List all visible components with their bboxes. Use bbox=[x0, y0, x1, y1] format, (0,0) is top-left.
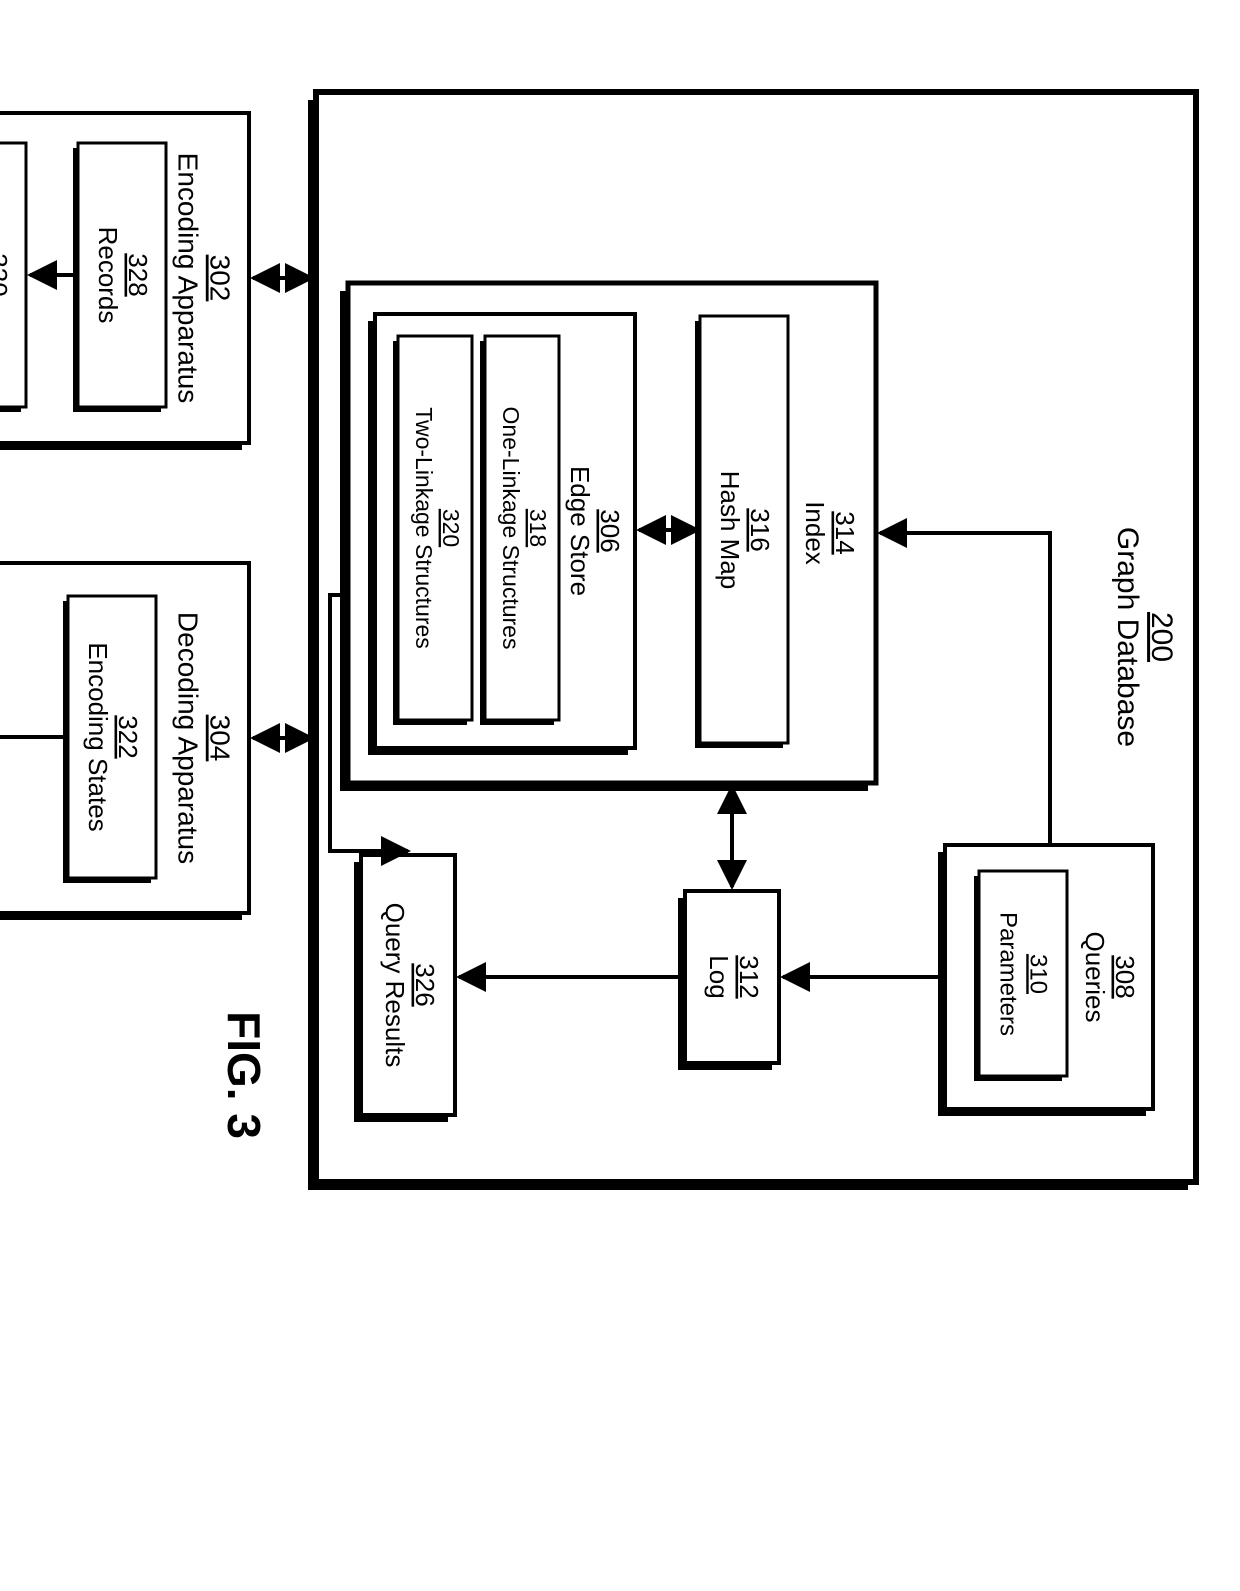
hashmap-label: Hash Map bbox=[715, 471, 745, 590]
encoding-label: Encoding Apparatus bbox=[173, 153, 204, 404]
onelink-box: 318 One-Linkage Structures bbox=[480, 336, 559, 725]
decoding-apparatus: 304 Decoding Apparatus 322 Encoding Stat… bbox=[0, 563, 249, 920]
hashmap-box: 316 Hash Map bbox=[695, 316, 788, 748]
twolink-number: 320 bbox=[438, 509, 464, 547]
decoding-label: Decoding Apparatus bbox=[173, 612, 204, 864]
edgestore-number: 306 bbox=[595, 509, 625, 552]
encstates-number: 322 bbox=[113, 715, 143, 758]
records-box: 328 Records bbox=[73, 143, 166, 412]
hashmap-number: 316 bbox=[745, 508, 775, 551]
records-label: Records bbox=[93, 227, 123, 324]
log-number: 312 bbox=[734, 955, 764, 998]
graphdb-label: Graph Database bbox=[1111, 527, 1144, 747]
graphdb-number: 200 bbox=[1145, 612, 1178, 662]
encstates-label: Encoding States bbox=[83, 642, 113, 831]
edgestore-label: Edge Store bbox=[565, 466, 595, 596]
params-label: Parameters bbox=[995, 912, 1022, 1036]
qresults-number: 326 bbox=[410, 963, 440, 1006]
core-container: 314 Index 316 Hash Map 306 Edge Store 31… bbox=[340, 283, 876, 791]
onelink-label: One-Linkage Structures bbox=[498, 407, 524, 650]
queries-number: 308 bbox=[1110, 955, 1140, 998]
encoding-states-box: 322 Encoding States bbox=[63, 596, 156, 883]
parameters-box: 310 Parameters bbox=[974, 871, 1067, 1081]
tags-box: 330 Tags bbox=[0, 143, 26, 412]
figure-label: FIG. 3 bbox=[218, 1011, 270, 1139]
params-number: 310 bbox=[1025, 954, 1052, 994]
query-results-box: 326 Query Results bbox=[354, 855, 455, 1122]
twolink-box: 320 Two-Linkage Structures bbox=[393, 336, 472, 725]
diagram-root: 200 Graph Database 302 Encoding Apparatu… bbox=[0, 0, 1240, 1591]
queries-box: 308 Queries 310 Parameters bbox=[938, 845, 1153, 1116]
encoding-number: 302 bbox=[205, 255, 236, 302]
records-number: 328 bbox=[123, 253, 153, 296]
encoding-apparatus: 302 Encoding Apparatus 328 Records 330 T… bbox=[0, 113, 249, 450]
twolink-label: Two-Linkage Structures bbox=[411, 407, 437, 649]
decoding-number: 304 bbox=[205, 715, 236, 762]
qresults-label: Query Results bbox=[380, 903, 410, 1068]
index-label: Index bbox=[800, 501, 830, 565]
index-number: 314 bbox=[830, 511, 860, 554]
edgestore-box: 306 Edge Store 318 One-Linkage Structure… bbox=[368, 314, 635, 755]
tags-number: 330 bbox=[0, 253, 13, 296]
log-box: 312 Log bbox=[678, 891, 779, 1070]
queries-label: Queries bbox=[1080, 931, 1110, 1022]
log-label: Log bbox=[704, 955, 734, 998]
onelink-number: 318 bbox=[525, 509, 551, 547]
